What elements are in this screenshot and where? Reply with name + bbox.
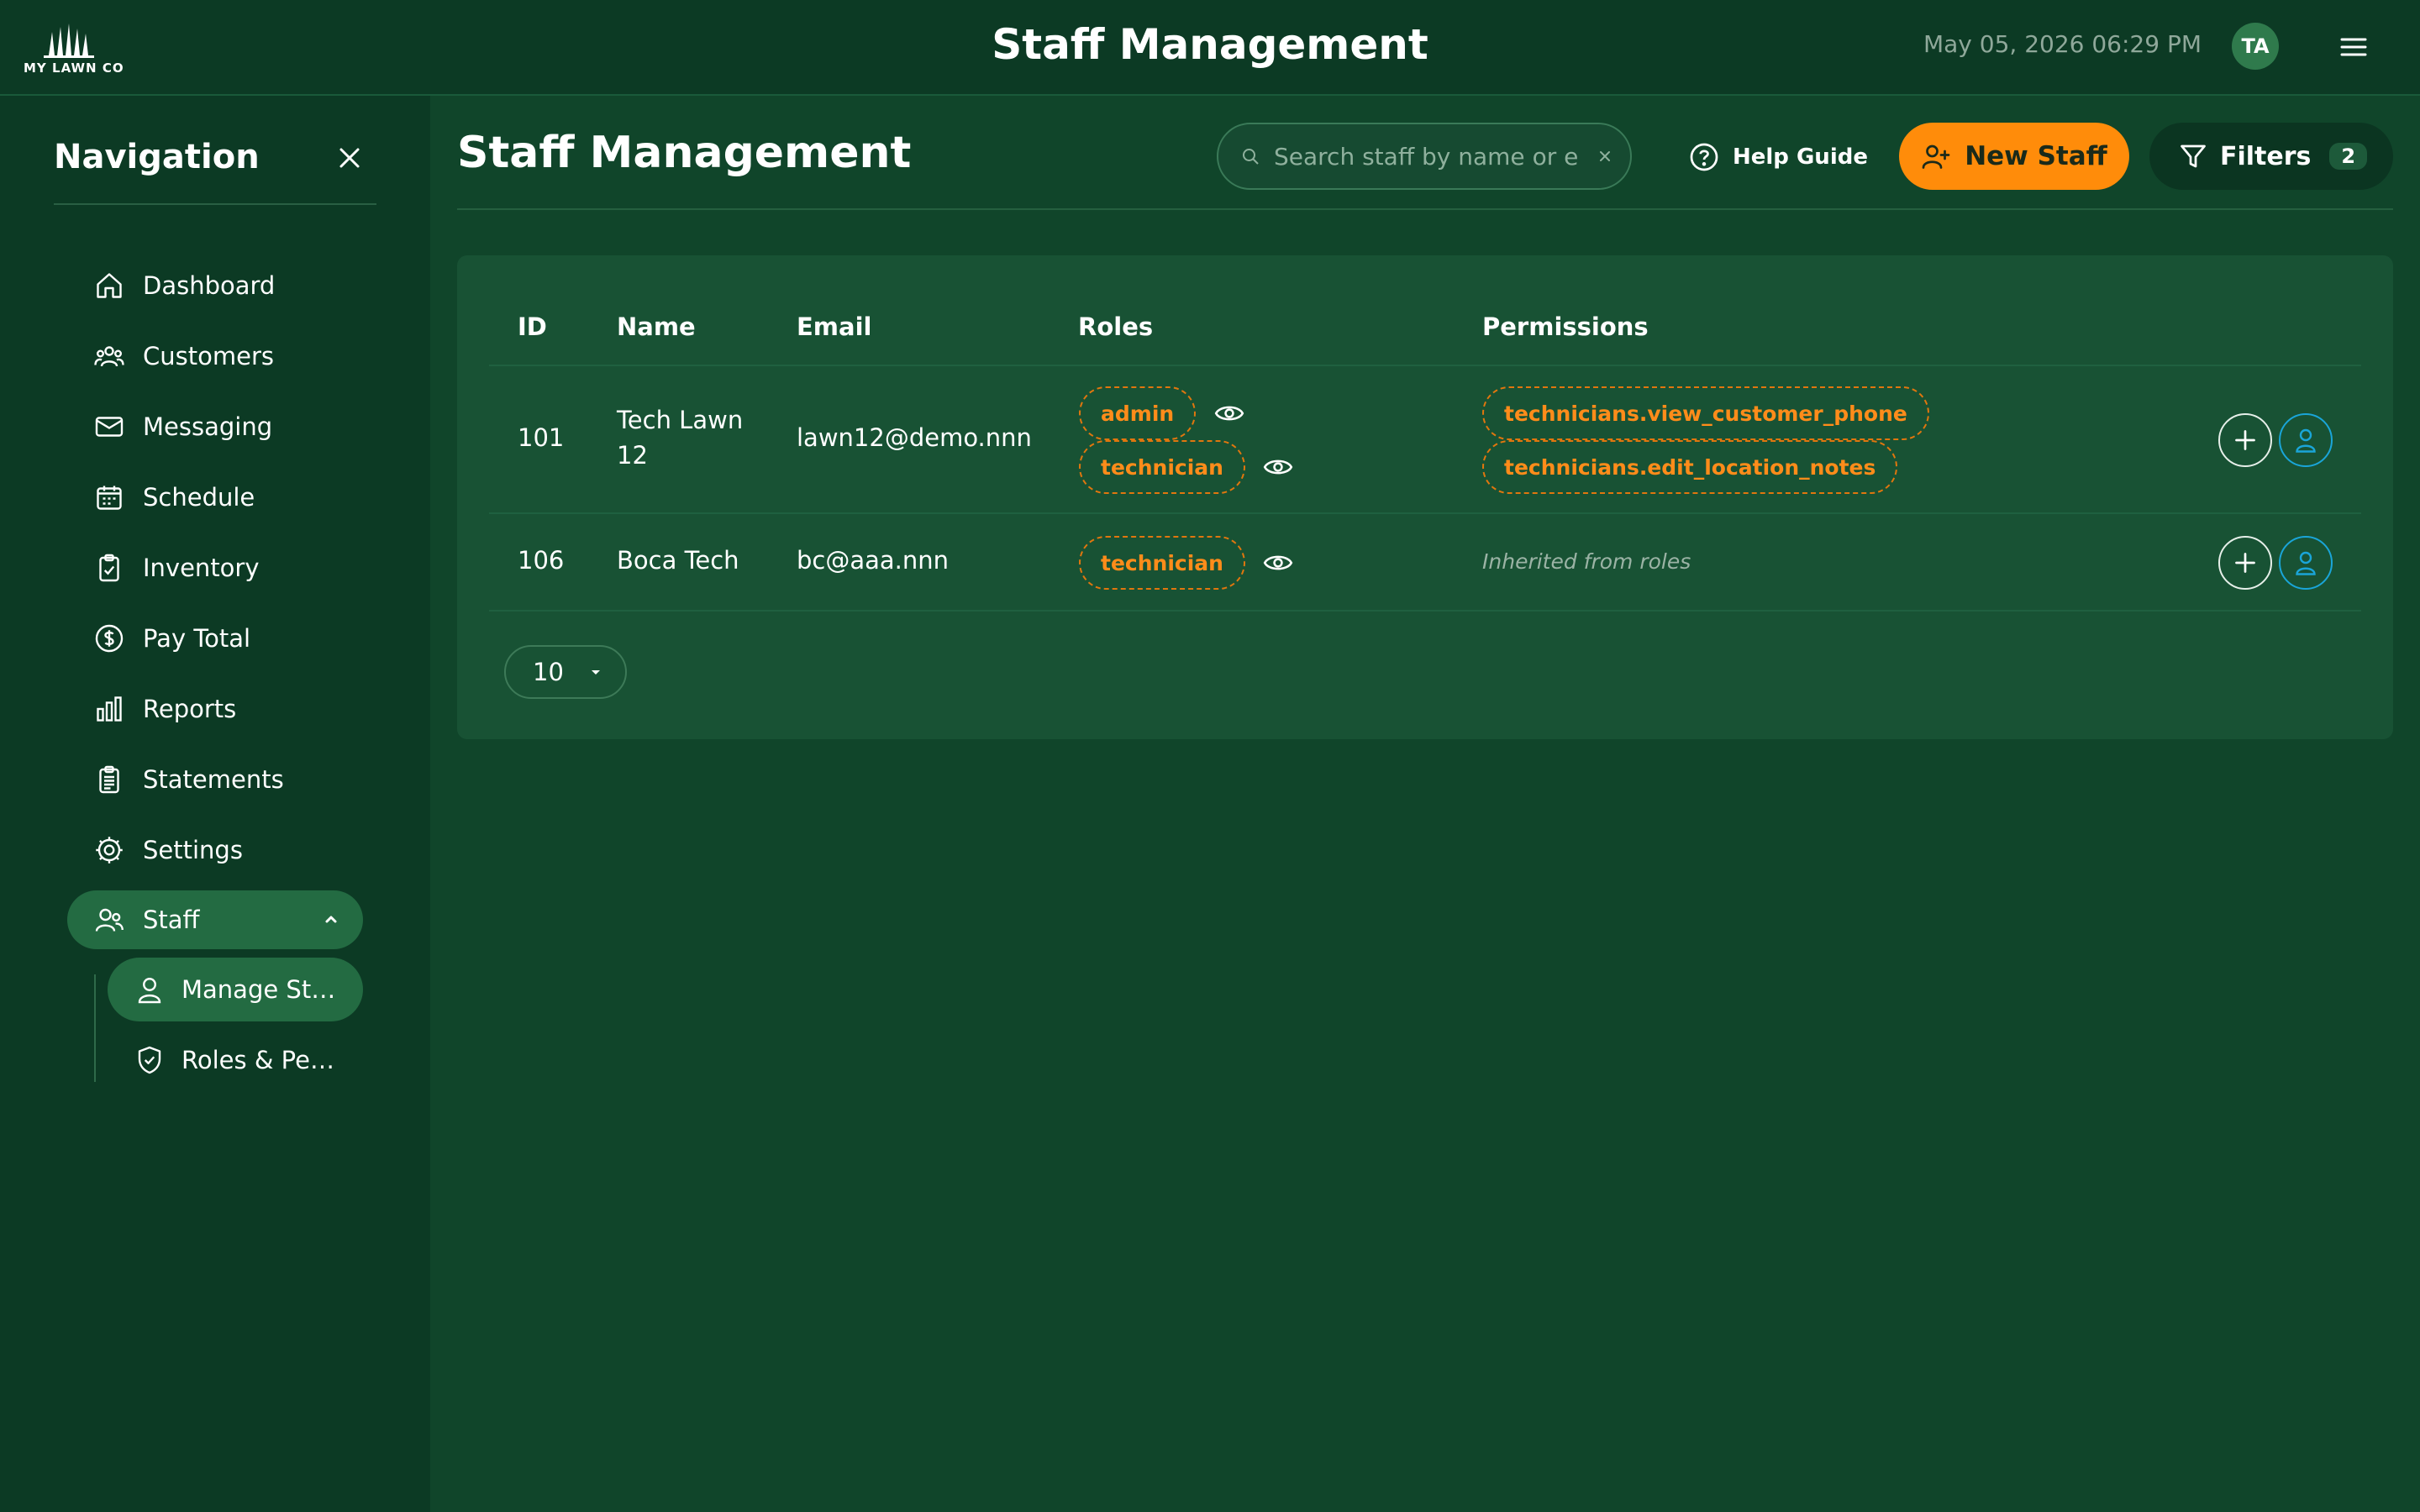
role-chip-admin[interactable]: admin — [1079, 386, 1197, 440]
sidebar-subitem-label: Manage St… — [182, 975, 336, 1004]
top-bar: MY LAWN CO Staff Management May 05, 2026… — [0, 0, 2420, 96]
add-user-icon — [1922, 144, 1950, 169]
mail-icon — [95, 417, 124, 437]
add-permission-button[interactable] — [2218, 413, 2272, 467]
sidebar-item-label: Inventory — [143, 554, 260, 582]
gear-icon — [96, 837, 123, 864]
column-header-id: ID — [518, 312, 547, 341]
close-icon[interactable] — [334, 143, 365, 173]
help-circle-icon — [1690, 143, 1718, 171]
permission-chip: technicians.view_customer_phone — [1482, 386, 1929, 440]
sidebar-item-customers[interactable]: Customers — [67, 327, 363, 386]
row-divider — [489, 365, 2361, 366]
permission-chip: technicians.edit_location_notes — [1482, 440, 1898, 494]
header-divider — [457, 208, 2393, 210]
row-divider — [489, 512, 2361, 514]
cell-email: lawn12@demo.nnn — [797, 423, 1032, 452]
column-header-email: Email — [797, 312, 872, 341]
sidebar-item-label: Messaging — [143, 412, 273, 441]
page-size-value: 10 — [533, 658, 564, 686]
column-header-roles: Roles — [1078, 312, 1154, 341]
clipboard-check-icon — [99, 554, 119, 582]
sidebar-subitem-roles-permissions[interactable]: Roles & Pe… — [108, 1028, 363, 1092]
sidebar-item-inventory[interactable]: Inventory — [67, 538, 363, 597]
sidebar-subitem-label: Roles & Pe… — [182, 1046, 334, 1074]
permissions-inherited-note: Inherited from roles — [1482, 549, 1691, 574]
filters-label: Filters — [2220, 141, 2312, 171]
person-icon — [138, 978, 161, 1004]
sidebar-item-label: Pay Total — [143, 624, 251, 653]
home-icon — [97, 273, 122, 298]
search-box[interactable] — [1217, 123, 1632, 190]
cell-name: Tech Lawn 12 — [617, 406, 744, 470]
bar-chart-icon — [97, 696, 122, 722]
row-divider — [489, 610, 2361, 612]
plus-icon — [2235, 553, 2255, 573]
sidebar-item-schedule[interactable]: Schedule — [67, 468, 363, 527]
new-staff-label: New Staff — [1965, 141, 2107, 171]
view-user-button[interactable] — [2279, 413, 2333, 467]
sidebar-item-label: Dashboard — [143, 271, 276, 300]
users-group-icon — [94, 346, 124, 367]
statement-icon — [99, 765, 119, 794]
add-permission-button[interactable] — [2218, 536, 2272, 590]
sidebar-item-staff[interactable]: Staff — [67, 890, 363, 949]
filter-icon — [2181, 144, 2206, 168]
sidebar-item-label: Schedule — [143, 483, 255, 512]
filters-count-badge: 2 — [2329, 143, 2368, 170]
sidebar-item-messaging[interactable]: Messaging — [67, 397, 363, 456]
column-header-permissions: Permissions — [1482, 312, 1649, 341]
submenu-line — [94, 974, 96, 1082]
sidebar-item-statements[interactable]: Statements — [67, 750, 363, 809]
plus-icon — [2235, 430, 2255, 450]
column-header-name: Name — [617, 312, 696, 341]
sidebar: Navigation Dashboard Customers Messaging… — [0, 96, 430, 1512]
calendar-icon — [97, 486, 122, 510]
clear-icon[interactable] — [1597, 148, 1613, 165]
sidebar-item-pay-total[interactable]: Pay Total — [67, 609, 363, 668]
cell-id: 106 — [518, 546, 565, 575]
person-icon — [2296, 428, 2316, 453]
sidebar-title: Navigation — [54, 138, 260, 176]
cell-id: 101 — [518, 423, 565, 452]
avatar[interactable]: TA — [2232, 23, 2279, 70]
hamburger-menu-icon[interactable] — [2338, 34, 2369, 60]
new-staff-button[interactable]: New Staff — [1899, 123, 2129, 190]
sidebar-item-label: Reports — [143, 695, 237, 723]
staff-icon — [95, 908, 124, 932]
sidebar-item-label: Settings — [143, 836, 243, 864]
cell-name: Boca Tech — [617, 546, 739, 575]
chevron-up-icon[interactable] — [321, 909, 341, 929]
view-user-button[interactable] — [2279, 536, 2333, 590]
eye-icon[interactable] — [1262, 451, 1294, 483]
search-input[interactable] — [1274, 142, 1586, 171]
sidebar-subitem-manage-staff[interactable]: Manage St… — [108, 958, 363, 1021]
cell-email: bc@aaa.nnn — [797, 546, 950, 575]
shield-check-icon — [138, 1046, 161, 1074]
role-chip-technician[interactable]: technician — [1079, 440, 1245, 494]
divider — [54, 203, 376, 205]
caret-down-icon — [591, 670, 600, 675]
help-guide-button[interactable]: Help Guide — [1689, 138, 1868, 176]
help-guide-label: Help Guide — [1733, 144, 1868, 170]
sidebar-item-label: Statements — [143, 765, 284, 794]
staff-table-card: ID Name Email Roles Permissions 101 Tech… — [457, 255, 2393, 739]
dollar-circle-icon — [95, 624, 124, 653]
sidebar-item-label: Customers — [143, 342, 274, 370]
eye-icon[interactable] — [1213, 397, 1245, 429]
search-icon — [1243, 149, 1259, 165]
sidebar-item-reports[interactable]: Reports — [67, 680, 363, 738]
role-chip-technician[interactable]: technician — [1079, 536, 1245, 590]
sidebar-item-settings[interactable]: Settings — [67, 821, 363, 879]
filters-button[interactable]: Filters 2 — [2149, 123, 2393, 190]
page-size-select[interactable]: 10 — [504, 645, 627, 699]
sidebar-item-label: Staff — [143, 906, 200, 934]
sidebar-item-dashboard[interactable]: Dashboard — [67, 256, 363, 315]
datetime: May 05, 2026 06:29 PM — [1923, 30, 2202, 58]
person-icon — [2296, 551, 2316, 575]
page-title: Staff Management — [457, 128, 912, 178]
eye-icon[interactable] — [1262, 547, 1294, 579]
